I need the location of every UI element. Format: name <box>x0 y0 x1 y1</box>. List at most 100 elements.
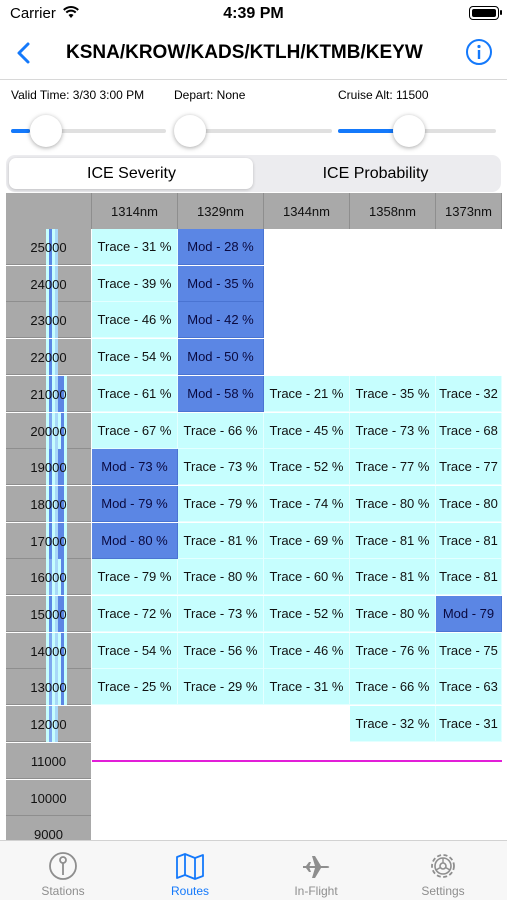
cruise-alt-slider-thumb[interactable] <box>393 115 426 147</box>
back-button[interactable] <box>10 38 40 68</box>
altitude-label: 16000 <box>30 570 67 586</box>
altitude-row-header: 23000 <box>6 302 91 339</box>
icing-cell-trace[interactable]: Trace - 75 <box>436 632 502 669</box>
icing-cell-trace[interactable]: Trace - 60 % <box>264 559 350 596</box>
icing-cell-trace[interactable]: Trace - 25 % <box>92 669 178 706</box>
icing-grid[interactable]: 1314nm 1329nm 1344nm 1358nm 1373nm 25000 Trace… <box>6 193 502 840</box>
icing-cell-trace[interactable]: Trace - 52 % <box>264 449 350 486</box>
pin-circle-icon <box>49 852 77 880</box>
icing-cell-trace[interactable]: Trace - 74 % <box>264 485 350 522</box>
altitude-label: 19000 <box>30 460 67 476</box>
icing-cell-trace[interactable]: Trace - 81 % <box>178 522 264 559</box>
icing-cell-trace[interactable]: Trace - 61 % <box>92 375 178 412</box>
icing-cell-trace[interactable]: Trace - 77 % <box>350 449 436 486</box>
altitude-row-header: 15000 <box>6 596 91 632</box>
icing-cell-trace[interactable]: Trace - 56 % <box>178 632 264 669</box>
icing-cell-trace[interactable]: Trace - 54 % <box>92 632 178 669</box>
icing-cell-trace[interactable]: Trace - 73 % <box>178 449 264 486</box>
icing-cell-trace[interactable]: Trace - 39 % <box>92 265 178 302</box>
icing-cell-trace[interactable]: Trace - 45 % <box>264 412 350 449</box>
icing-cell-moderate[interactable]: Mod - 28 % <box>178 229 264 265</box>
segment-ice-severity[interactable]: ICE Severity <box>9 165 254 183</box>
altitude-row-header: 19000 <box>6 449 91 486</box>
icing-cell-trace[interactable]: Trace - 68 <box>436 412 502 449</box>
tab-bar: Stations Routes In-Flight Settings <box>0 840 507 900</box>
icing-cell-trace[interactable]: Trace - 67 % <box>92 412 178 449</box>
icing-cell-trace[interactable]: Trace - 31 % <box>92 229 178 265</box>
altitude-row-header: 18000 <box>6 485 91 522</box>
icing-cell-trace[interactable]: Trace - 73 % <box>350 412 436 449</box>
icing-cell-trace[interactable]: Trace - 80 % <box>178 559 264 596</box>
icing-cell-trace[interactable]: Trace - 81 <box>436 559 502 596</box>
icing-cell-trace[interactable]: Trace - 80 % <box>350 485 436 522</box>
altitude-label: 12000 <box>30 717 67 733</box>
icing-cell-trace[interactable]: Trace - 66 % <box>178 412 264 449</box>
depart-slider-thumb[interactable] <box>174 115 206 147</box>
altitude-label: 20000 <box>30 423 67 439</box>
altitude-row-header: 13000 <box>6 669 91 706</box>
icing-cell-moderate[interactable]: Mod - 50 % <box>178 339 264 376</box>
tab-stations[interactable]: Stations <box>0 841 126 901</box>
icing-cell-moderate[interactable]: Mod - 58 % <box>178 375 264 412</box>
icing-cell-trace[interactable]: Trace - 79 % <box>178 485 264 522</box>
icing-cell-trace[interactable]: Trace - 46 % <box>264 632 350 669</box>
tab-in-flight[interactable]: In-Flight <box>253 841 379 901</box>
route-title: KSNA/KROW/KADS/KTLH/KTMB/KEYW <box>66 42 423 63</box>
icing-cell-trace[interactable]: Trace - 66 % <box>350 669 436 706</box>
altitude-row-header: 10000 <box>6 779 91 816</box>
icing-cell-trace[interactable]: Trace - 31 % <box>264 669 350 706</box>
altitude-row-header: 9000 <box>6 816 91 840</box>
icing-cell-trace[interactable]: Trace - 69 % <box>264 522 350 559</box>
icing-cell-trace[interactable]: Trace - 72 % <box>92 596 178 632</box>
tab-in-flight-label: In-Flight <box>294 884 338 898</box>
icing-cell-moderate[interactable]: Mod - 79 % <box>92 485 178 522</box>
depart-label: Depart: None <box>174 88 246 102</box>
icing-cell-trace[interactable]: Trace - 46 % <box>92 302 178 339</box>
altitude-label: 11000 <box>30 753 67 769</box>
icing-cell-trace[interactable]: Trace - 76 % <box>350 632 436 669</box>
icing-cell-trace[interactable]: Trace - 52 % <box>264 596 350 632</box>
info-button[interactable] <box>465 38 493 66</box>
icing-cell-trace[interactable]: Trace - 21 % <box>264 375 350 412</box>
icing-cell-trace[interactable]: Trace - 80 <box>436 485 502 522</box>
segment-ice-probability[interactable]: ICE Probability <box>253 165 498 183</box>
altitude-row-header: 20000 <box>6 412 91 449</box>
tab-settings-label: Settings <box>421 884 465 898</box>
icing-cell-trace[interactable]: Trace - 81 <box>436 522 502 559</box>
icing-cell-trace[interactable]: Trace - 29 % <box>178 669 264 706</box>
airplane-icon <box>303 856 330 878</box>
altitude-row-header: 16000 <box>6 559 91 596</box>
icing-cell-trace[interactable]: Trace - 54 % <box>92 339 178 376</box>
icing-cell-trace[interactable]: Trace - 73 % <box>178 596 264 632</box>
icing-cell-trace[interactable]: Trace - 35 % <box>350 375 436 412</box>
icing-cell-trace[interactable]: Trace - 81 % <box>350 522 436 559</box>
icing-cell-moderate[interactable]: Mod - 80 % <box>92 522 178 559</box>
info-circle-icon <box>466 39 492 65</box>
altitude-label: 14000 <box>30 643 67 659</box>
altitude-label: 23000 <box>30 313 67 329</box>
tab-routes-label: Routes <box>170 884 210 898</box>
icing-cell-trace[interactable]: Trace - 63 <box>436 669 502 706</box>
column-header-distance: 1314nm <box>92 193 178 229</box>
icing-cell-moderate[interactable]: Mod - 35 % <box>178 265 264 302</box>
icing-cell-trace[interactable]: Trace - 80 % <box>350 596 436 632</box>
icing-cell-moderate[interactable]: Mod - 73 % <box>92 449 178 486</box>
icing-cell-trace[interactable]: Trace - 79 % <box>92 559 178 596</box>
altitude-label: 18000 <box>30 496 67 512</box>
icing-cell-trace[interactable]: Trace - 81 % <box>350 559 436 596</box>
valid-time-slider-fill <box>11 129 30 133</box>
icing-cell-trace[interactable]: Trace - 32 % <box>350 706 436 743</box>
icing-cell-moderate[interactable]: Mod - 42 % <box>178 302 264 339</box>
icing-cell-trace[interactable]: Trace - 32 <box>436 375 502 412</box>
icing-cell-trace[interactable]: Trace - 31 <box>436 706 502 743</box>
icing-cell-moderate[interactable]: Mod - 79 <box>436 596 502 632</box>
altitude-row-header: 11000 <box>6 742 91 779</box>
ice-segmented-control: ICE Severity ICE Probability <box>6 155 501 192</box>
column-header-distance: 1344nm <box>264 193 350 229</box>
tab-routes[interactable]: Routes <box>127 841 253 901</box>
icing-cell-trace[interactable]: Trace - 77 <box>436 449 502 486</box>
valid-time-slider-thumb[interactable] <box>29 115 62 147</box>
status-time: 4:39 PM <box>223 5 284 22</box>
grid-corner <box>6 193 92 229</box>
tab-settings[interactable]: Settings <box>380 841 506 901</box>
